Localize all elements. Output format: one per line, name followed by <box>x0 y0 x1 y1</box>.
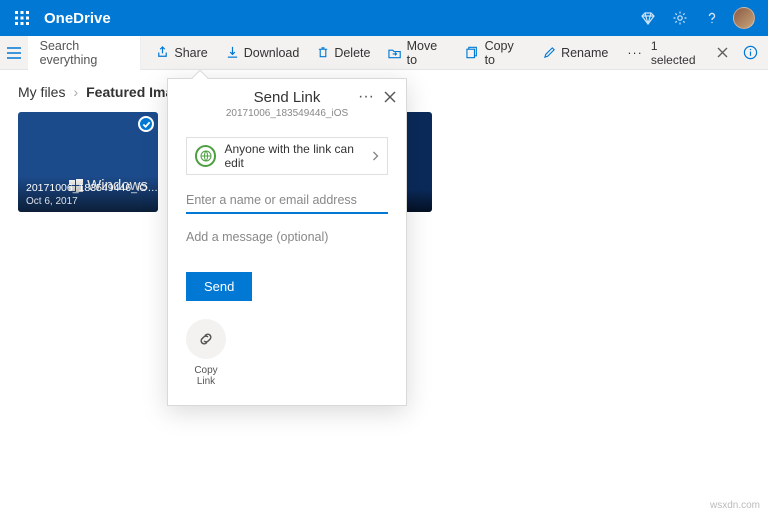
chevron-right-icon <box>372 151 379 161</box>
recipient-input[interactable] <box>186 189 388 214</box>
nav-toggle-button[interactable] <box>0 47 28 59</box>
copy-link-label: Copy Link <box>186 365 226 387</box>
delete-icon <box>317 46 329 59</box>
app-launcher-button[interactable] <box>8 4 36 32</box>
info-icon <box>743 45 758 60</box>
copy-link-section: Copy Link <box>186 319 388 387</box>
app-title: OneDrive <box>44 10 111 27</box>
dialog-header: Send Link 20171006_183549446_iOS ··· <box>168 79 406 127</box>
dialog-close-button[interactable] <box>380 87 400 107</box>
share-icon <box>156 46 169 59</box>
search-placeholder: Search everything <box>40 39 129 67</box>
breadcrumb-current: Featured Ima <box>86 84 173 100</box>
move-to-button[interactable]: Move to <box>381 35 455 71</box>
share-button[interactable]: Share <box>149 42 214 64</box>
watermark: wsxdn.com <box>710 500 760 511</box>
selection-count: 1 selected <box>651 39 705 67</box>
settings-icon[interactable] <box>664 2 696 34</box>
rename-icon <box>543 46 556 59</box>
delete-label: Delete <box>334 46 370 60</box>
command-bar: Search everything Share Download Delete … <box>0 36 768 70</box>
search-input[interactable]: Search everything <box>28 36 142 70</box>
account-avatar[interactable] <box>728 2 760 34</box>
move-to-icon <box>388 47 401 59</box>
premium-icon[interactable] <box>632 2 664 34</box>
copy-to-icon <box>466 46 479 59</box>
dialog-subtitle: 20171006_183549446_iOS <box>176 108 398 119</box>
breadcrumb-separator-icon: › <box>73 84 78 100</box>
dialog-overflow-button[interactable]: ··· <box>356 87 376 107</box>
tile-caption: 20171006_183549446_iO… Oct 6, 2017 <box>18 176 158 212</box>
app-header: OneDrive <box>0 0 768 36</box>
avatar-icon <box>733 7 755 29</box>
copy-to-button[interactable]: Copy to <box>459 35 532 71</box>
send-link-dialog: Send Link 20171006_183549446_iOS ··· Any… <box>167 78 407 406</box>
selection-check-icon[interactable] <box>138 116 154 132</box>
link-permission-selector[interactable]: Anyone with the link can edit <box>186 137 388 175</box>
overflow-button[interactable]: ··· <box>619 42 651 64</box>
move-to-label: Move to <box>407 39 449 67</box>
close-icon <box>717 47 728 58</box>
close-icon <box>384 91 396 103</box>
download-label: Download <box>244 46 300 60</box>
file-tile[interactable]: Windows 20171006_183549446_iO… Oct 6, 20… <box>18 112 158 212</box>
message-input[interactable] <box>186 226 388 248</box>
clear-selection-button[interactable] <box>713 43 733 63</box>
copy-to-label: Copy to <box>485 39 525 67</box>
file-date: Oct 6, 2017 <box>26 196 150 207</box>
breadcrumb-root[interactable]: My files <box>18 84 65 100</box>
info-pane-button[interactable] <box>740 43 760 63</box>
download-icon <box>226 46 239 59</box>
permission-label: Anyone with the link can edit <box>224 142 372 170</box>
share-label: Share <box>174 46 207 60</box>
file-name: 20171006_183549446_iO… <box>26 182 150 194</box>
help-icon[interactable] <box>696 2 728 34</box>
globe-icon <box>195 145 216 167</box>
copy-link-button[interactable] <box>186 319 226 359</box>
send-button[interactable]: Send <box>186 272 252 301</box>
rename-label: Rename <box>561 46 608 60</box>
link-icon <box>197 330 215 348</box>
download-button[interactable]: Download <box>219 42 307 64</box>
delete-button[interactable]: Delete <box>310 42 377 64</box>
rename-button[interactable]: Rename <box>536 42 615 64</box>
